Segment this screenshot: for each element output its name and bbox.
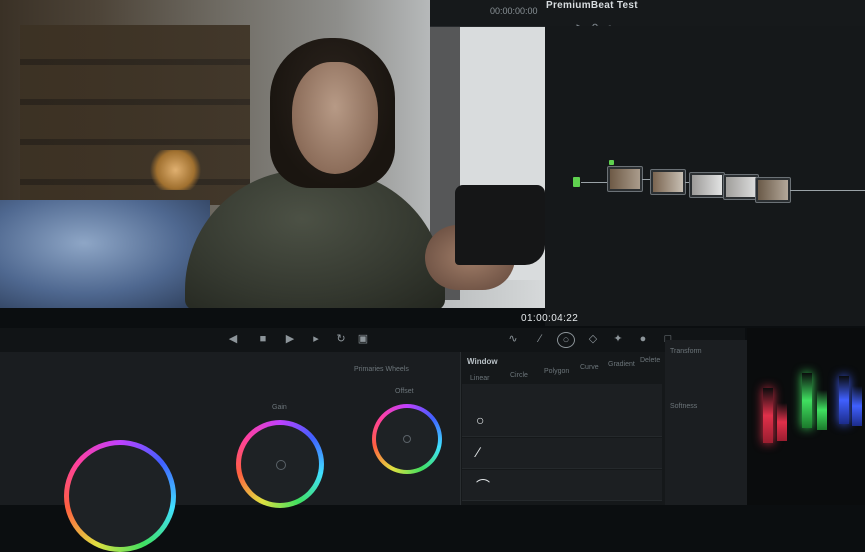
top-timecode: 00:00:00:00 (490, 6, 538, 16)
scopes-panel (747, 328, 865, 505)
curve-shape-icon: ⌒ (476, 478, 490, 494)
window-shape-row-circle[interactable]: ○ (462, 406, 662, 437)
magic-mask-icon[interactable]: ✦ (610, 332, 626, 346)
gain-color-wheel[interactable] (236, 420, 324, 508)
tracker-tool-icon[interactable]: ◇ (585, 332, 601, 346)
scope-green-channel-2 (817, 390, 827, 430)
node-04[interactable] (723, 174, 759, 200)
node-editor[interactable] (545, 26, 865, 326)
offset-color-wheel[interactable] (372, 404, 442, 474)
prop-gun (455, 185, 545, 265)
scope-green-channel (802, 373, 812, 428)
window-tool-icon[interactable]: ○ (557, 332, 575, 348)
background-pillow (0, 200, 210, 308)
background-lamp (148, 150, 203, 190)
scope-blue-channel (839, 376, 849, 424)
viewer-timecode: 01:00:04:22 (521, 313, 579, 324)
project-title: PremiumBeat Test (546, 0, 638, 11)
wheels-mode-label[interactable]: Primaries Wheels (354, 366, 409, 373)
window-shape-row-curve[interactable]: ⌒ (462, 470, 662, 501)
gain-label: Gain (272, 404, 287, 411)
scope-red-channel-2 (777, 403, 787, 441)
play-icon[interactable]: ▶ (282, 332, 298, 346)
scope-red-channel (763, 388, 773, 443)
window-tool-circle[interactable]: Circle (510, 372, 528, 379)
node-output-connection (790, 190, 865, 191)
loop-icon[interactable]: ↻ (333, 332, 349, 346)
subject-face (292, 62, 378, 174)
node-02[interactable] (650, 169, 686, 195)
node-01[interactable] (607, 166, 643, 192)
window-tool-polygon[interactable]: Polygon (544, 368, 569, 375)
background-shelf (20, 25, 250, 205)
node-connection (581, 182, 607, 183)
window-tool-linear[interactable]: Linear (470, 375, 489, 382)
transform-panel (665, 340, 747, 505)
input-node-indicator (573, 177, 580, 187)
window-panel-title: Window (467, 357, 498, 366)
linear-shape-icon: ∕ (477, 444, 480, 460)
window-shape-row-linear[interactable]: ∕ (462, 438, 662, 469)
window-tool-gradient[interactable]: Gradient (608, 361, 635, 368)
camera-icon[interactable]: ▣ (355, 332, 371, 346)
node-03[interactable] (689, 172, 725, 198)
circle-shape-icon: ○ (476, 412, 485, 428)
blur-tool-icon[interactable]: ● (635, 332, 651, 346)
window-tool-curve[interactable]: Curve (580, 364, 599, 371)
stop-icon[interactable]: ■ (255, 332, 271, 346)
scope-blue-channel-2 (852, 386, 862, 426)
video-viewer[interactable] (0, 0, 545, 308)
transform-label: Transform (670, 348, 702, 355)
curve-tool-icon[interactable]: ∿ (505, 332, 521, 346)
node-05[interactable] (755, 177, 791, 203)
softness-label: Softness (670, 403, 698, 410)
window-delete-button[interactable]: Delete (640, 357, 660, 364)
qualifier-tool-icon[interactable]: ∕ (532, 332, 548, 346)
next-frame-icon[interactable]: ▸ (308, 332, 324, 346)
node-01-status (609, 160, 614, 165)
palette-toolbar (0, 328, 745, 352)
offset-label: Offset (395, 388, 414, 395)
play-reverse-icon[interactable]: ◀ (225, 332, 241, 346)
lift-color-wheel[interactable] (64, 440, 176, 552)
